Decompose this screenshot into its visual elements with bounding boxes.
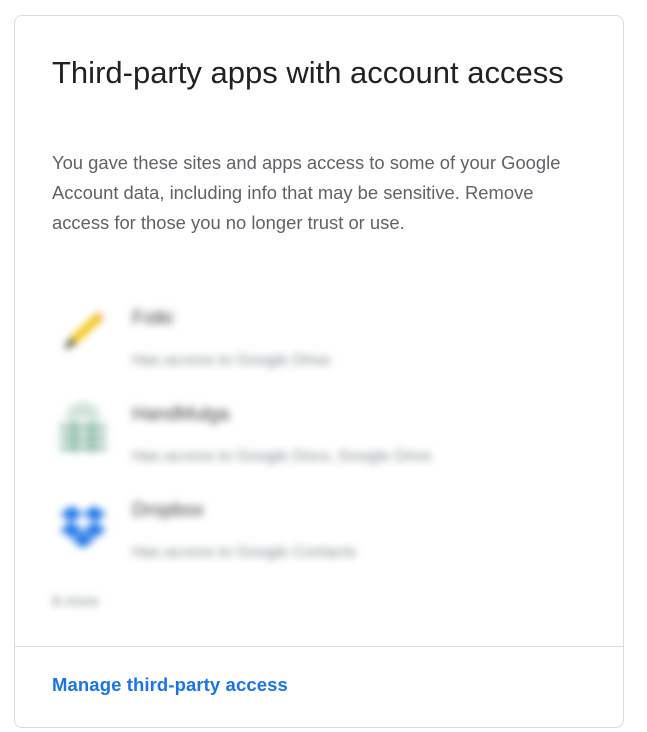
pencil-icon: [54, 302, 112, 360]
more-apps-count: 8 more: [52, 593, 99, 610]
app-access-info: Has access to Google Contacts: [132, 544, 357, 561]
app-access-info: Has access to Google Drive: [132, 352, 331, 369]
app-row-dropbox[interactable]: Dropbox Has access to Google Contacts: [50, 486, 590, 582]
app-list: Fotki Has access to Google Drive HandMul…: [50, 294, 590, 582]
grid-app-icon: [54, 398, 112, 456]
app-row-handmulga[interactable]: HandMulga Has access to Google Docs, Goo…: [50, 390, 590, 486]
app-name: Fotki: [132, 308, 174, 329]
app-access-info: Has access to Google Docs, Google Drive: [132, 448, 432, 465]
third-party-apps-card: Third-party apps with account access You…: [14, 15, 624, 728]
dropbox-icon: [54, 494, 112, 552]
app-row-fotki[interactable]: Fotki Has access to Google Drive: [50, 294, 590, 390]
card-description: You gave these sites and apps access to …: [52, 152, 561, 233]
divider: [15, 646, 623, 647]
manage-third-party-access-link[interactable]: Manage third-party access: [52, 674, 288, 696]
app-name: Dropbox: [132, 500, 204, 521]
app-name: HandMulga: [132, 404, 230, 425]
card-title: Third-party apps with account access: [52, 55, 564, 90]
